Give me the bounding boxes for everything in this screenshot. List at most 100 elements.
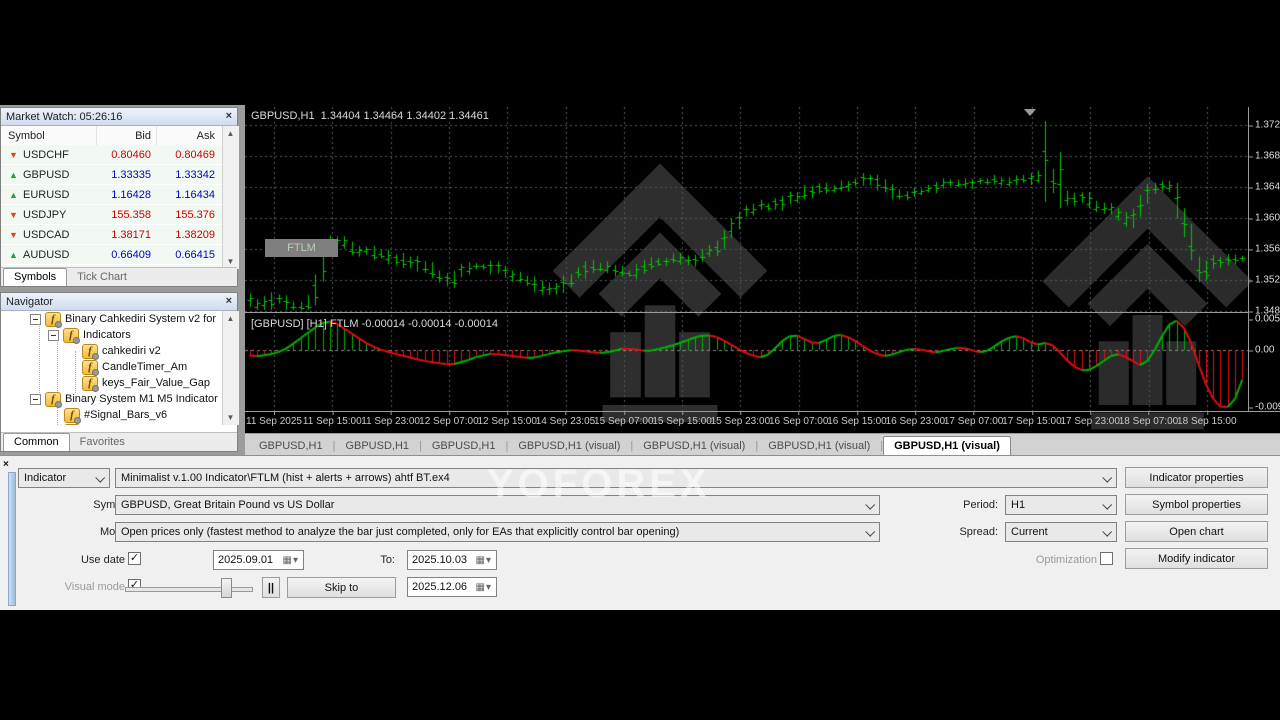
scroll-up-icon[interactable]: ▲ [223,126,238,141]
indicator-properties-button[interactable]: Indicator properties [1125,467,1268,488]
strategy-tester-panel: × Indicator Minimalist v.1.00 Indicator\… [0,455,1280,610]
tree-collapse-icon[interactable] [30,313,41,325]
price-tick-label: 1.36440 [1247,182,1280,193]
close-icon[interactable]: × [226,296,232,307]
tree-item-label: cahkediri v2 [102,345,161,357]
bid-value: 1.16428 [111,188,151,201]
navigator-titlebar[interactable]: Navigator × [1,293,237,311]
tester-model-select[interactable]: Open prices only (fastest method to anal… [115,522,880,542]
symbol-cell: ▼ USDJPY [1,209,96,221]
pause-button[interactable]: || [262,577,280,598]
time-tick-label: 12 Sep 07:00 [419,412,479,427]
price-tick-label: 1.37220 [1247,120,1280,131]
chart-tab[interactable]: GBPUSD,H1 [335,437,419,455]
arrow-up-icon: ▲ [9,189,18,200]
time-tick-label: 16 Sep 23:00 [885,412,946,427]
market-watch-row[interactable]: ▼ USDJPY 155.358 155.376 [1,205,222,225]
tester-expert-select[interactable]: Minimalist v.1.00 Indicator\FTLM (hist +… [115,468,1117,488]
market-watch-row[interactable]: ▼ USDCHF 0.80460 0.80469 [1,145,222,165]
market-watch-row[interactable]: ▲ GBPUSD 1.33335 1.33342 [1,165,222,185]
visual-speed-slider-handle[interactable] [221,578,232,598]
tree-item[interactable]: f Binary Cahkediri System v2 for [1,311,222,328]
calendar-icon[interactable]: ▦▾ [476,555,492,566]
optimization-label: Optimization [1035,554,1097,566]
tester-symbol-select[interactable]: GBPUSD, Great Britain Pound vs US Dollar [115,495,880,515]
price-tick-label: 1.36050 [1247,213,1280,224]
from-date-field[interactable]: 2025.09.01 ▦▾ [213,550,304,570]
open-chart-button[interactable]: Open chart [1125,521,1268,542]
skip-to-button[interactable]: Skip to [287,577,396,598]
scroll-down-icon[interactable]: ▼ [223,410,238,425]
ask-value: 0.66415 [175,248,215,261]
chart-tab[interactable]: GBPUSD,H1 [422,437,506,455]
navigator-title: Navigator [6,295,54,308]
tree-item[interactable]: f CandleTimer_Am [1,359,222,376]
indicator-function-icon: f [45,391,62,408]
spread-label: Spread: [959,526,998,538]
chart-tab[interactable]: GBPUSD,H1 [249,437,333,455]
ftlm-indicator-button[interactable]: FTLM [265,239,338,257]
to-label: To: [380,554,395,566]
market-watch-row[interactable]: ▲ AUDUSD 0.66409 0.66415 [1,245,222,265]
close-icon[interactable]: × [3,459,9,470]
tree-item[interactable]: f cahkediri v2 [1,343,222,360]
calendar-icon[interactable]: ▦▾ [476,582,492,593]
symbol-cell: ▲ AUDUSD [1,249,96,261]
visual-speed-slider-track[interactable] [125,587,253,592]
use-date-label: Use date [80,554,125,566]
chart-tab[interactable]: GBPUSD,H1 (visual) [633,437,755,455]
chart-tab[interactable]: GBPUSD,H1 (visual) [508,437,630,455]
tester-spread-select[interactable]: Current [1005,522,1117,542]
chart-tab[interactable]: GBPUSD,H1 (visual) [758,437,880,455]
price-chart-canvas[interactable] [245,107,1248,312]
symbol-properties-button[interactable]: Symbol properties [1125,494,1268,515]
time-tick-label: 11 Sep 2025 [246,412,302,427]
indicator-values-header: [GBPUSD] [H1] FTLM -0.00014 -0.00014 -0.… [251,318,499,330]
column-ask[interactable]: Ask [156,130,220,142]
modify-indicator-button[interactable]: Modify indicator [1125,548,1268,569]
tester-mode-select[interactable]: Indicator [18,468,110,488]
tree-item[interactable]: f Binary System M1 M5 Indicator [1,391,222,408]
tab-favorites[interactable]: Favorites [70,434,135,451]
symbol-cell: ▼ USDCAD [1,229,96,241]
to-date-field[interactable]: 2025.10.03 ▦▾ [407,550,497,570]
panel-grip[interactable] [8,472,16,606]
market-watch-row[interactable]: ▲ EURUSD 1.16428 1.16434 [1,185,222,205]
chart-shift-marker-icon[interactable] [1024,109,1036,116]
tester-period-select[interactable]: H1 [1005,495,1117,515]
tester-mode-value: Indicator [24,472,67,484]
tree-item[interactable]: f #Signal_Bars_v6 [1,407,222,424]
close-icon[interactable]: × [226,111,232,122]
tree-collapse-icon[interactable] [30,393,41,405]
use-date-checkbox[interactable]: ✓ [128,552,141,565]
column-bid[interactable]: Bid [96,130,156,142]
market-watch-tabs: Symbols Tick Chart [1,267,237,286]
market-watch-titlebar[interactable]: Market Watch: 05:26:16 × [1,108,237,126]
calendar-icon[interactable]: ▦▾ [283,555,299,566]
tab-tick-chart[interactable]: Tick Chart [67,269,137,286]
tab-common[interactable]: Common [3,433,70,451]
navigator-scrollbar[interactable]: ▲ ▼ [222,311,239,425]
time-tick-label: 12 Sep 15:00 [477,412,537,427]
tree-item[interactable]: f keys_Fair_Value_Gap [1,375,222,392]
pane-divider[interactable] [245,312,1248,313]
column-symbol[interactable]: Symbol [1,130,96,142]
arrow-down-icon: ▼ [9,149,18,160]
price-tick-label: 1.35280 [1247,275,1280,286]
tree-collapse-icon[interactable] [48,329,59,341]
tree-item[interactable]: f [1,423,222,425]
navigator-tabs: Common Favorites [1,432,237,451]
market-watch-scrollbar[interactable]: ▲ ▼ [222,126,239,269]
from-date-value: 2025.09.01 [218,554,274,566]
optimization-checkbox[interactable] [1100,552,1113,565]
scroll-up-icon[interactable]: ▲ [223,311,238,326]
market-watch-row[interactable]: ▼ USDCAD 1.38171 1.38209 [1,225,222,245]
tab-symbols[interactable]: Symbols [3,268,68,286]
chart-tab-active[interactable]: GBPUSD,H1 (visual) [883,436,1011,455]
indicator-function-icon: f [82,359,99,376]
tree-item[interactable]: f Indicators [1,327,222,344]
skip-date-field[interactable]: 2025.12.06 ▦▾ [407,577,497,597]
indicator-function-icon: f [64,407,81,424]
skip-date-value: 2025.12.06 [412,581,468,593]
navigator-panel: Navigator × f Binary Cahkediri System v2 … [0,292,239,452]
